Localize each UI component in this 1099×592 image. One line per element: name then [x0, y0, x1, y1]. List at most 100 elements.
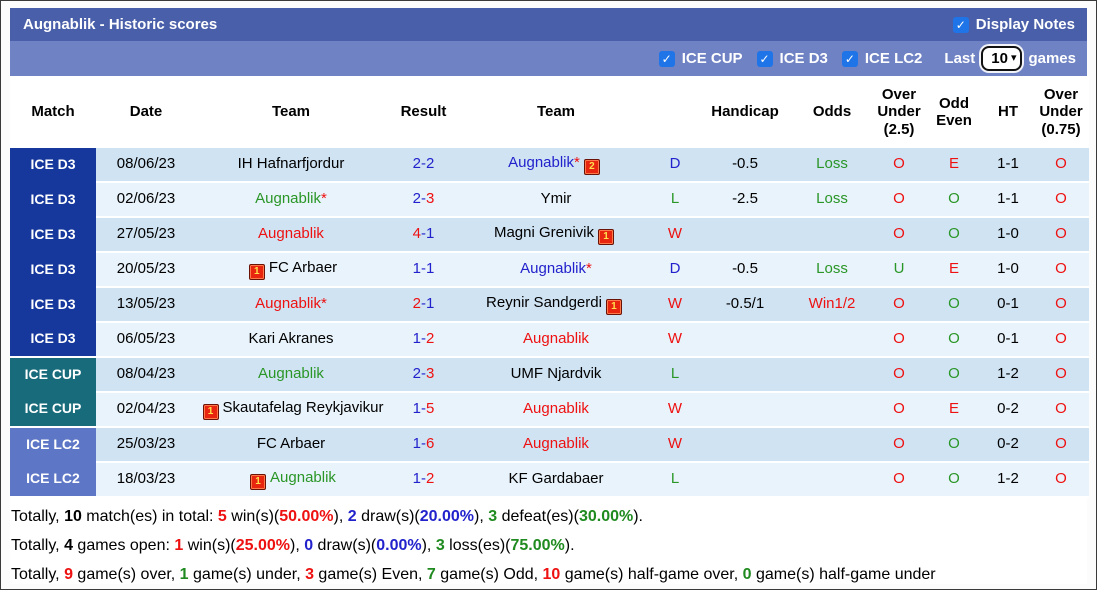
date-cell: 08/06/23 [96, 148, 196, 183]
home-team-cell: Augnablik [196, 217, 386, 253]
over-under-075-cell: O [1033, 182, 1089, 218]
ht-cell: 0-2 [983, 427, 1033, 463]
summary-text: 1 [174, 537, 184, 554]
ht-cell: 1-1 [983, 182, 1033, 218]
ice-d3-checkbox[interactable]: ✓ [756, 50, 773, 67]
odd-even-cell: O [925, 462, 983, 498]
home-score: 2 [412, 295, 421, 313]
team-name: Augnablik [258, 365, 324, 383]
home-team-cell: Augnablik* [196, 182, 386, 218]
team-name: Augnablik [523, 435, 589, 453]
last-games-select[interactable]: 10 ▾ [981, 46, 1023, 71]
display-notes-checkbox[interactable]: ✓ [952, 16, 969, 33]
summary-text: Totally, [11, 566, 65, 583]
team-name: Augnablik [258, 225, 324, 243]
away-score: 3 [426, 190, 435, 208]
col-header-over-under-075: Over Under (0.75) [1033, 76, 1089, 148]
away-team-cell: Augnablik [461, 427, 651, 463]
odd-even-flag: O [948, 365, 960, 383]
date-cell: 27/05/23 [96, 217, 196, 253]
team-name: FC Arbaer [268, 259, 338, 276]
ht-cell: 1-2 [983, 462, 1033, 498]
away-score: 2 [426, 470, 435, 488]
away-team-cell: Augnablik [461, 392, 651, 428]
summary-text: 5 [217, 508, 227, 525]
ice-d3-filter: ✓ ICE D3 [756, 50, 828, 67]
score-cell: 4-1 [386, 217, 461, 253]
summary-text: defeat(es)( [497, 508, 579, 525]
summary-text: win(s)( [183, 537, 236, 554]
summary-text: 20.00% [419, 508, 475, 525]
ht-cell: 0-1 [983, 287, 1033, 323]
summary-text: ), [421, 537, 436, 554]
score-cell: 1-1 [386, 252, 461, 288]
odd-even-cell: O [925, 182, 983, 218]
title-bar: Augnablik - Historic scores ✓ Display No… [10, 8, 1087, 41]
score-cell: 1-5 [386, 392, 461, 428]
summary-text: 10 [64, 508, 82, 525]
table-row: ICE D3 27/05/23 Augnablik 4-1 Magni Grenivik… [10, 217, 1089, 253]
odd-even-flag: E [948, 260, 959, 278]
outcome-letter: D [669, 260, 681, 278]
away-team-cell: UMF Njardvik [461, 357, 651, 393]
over-under-25-cell: U [873, 252, 925, 288]
odd-even-flag: E [948, 400, 959, 418]
team-name: Magni Grenivik [493, 224, 595, 241]
over-under-25-flag: O [893, 435, 905, 453]
team-name: Augnablik [523, 330, 589, 348]
date-cell: 02/04/23 [96, 392, 196, 428]
ht-cell: 1-0 [983, 217, 1033, 253]
handicap-cell [699, 392, 791, 428]
summary-text: 3 [305, 566, 314, 583]
ice-lc2-checkbox[interactable]: ✓ [841, 50, 858, 67]
summary-text: game(s) under, [188, 566, 306, 583]
over-under-075-flag: O [1055, 260, 1067, 278]
home-team-cell: Kari Akranes [196, 322, 386, 358]
handicap-cell [699, 427, 791, 463]
score-cell: 1-2 [386, 322, 461, 358]
outcome-cell: W [651, 217, 699, 253]
handicap-cell [699, 217, 791, 253]
favourite-star-icon: * [586, 260, 592, 278]
over-under-25-flag: O [893, 400, 905, 418]
col-header-ht: HT [983, 76, 1033, 148]
odd-even-flag: O [948, 435, 960, 453]
home-score: 1 [412, 435, 421, 453]
summary-text: 4 [64, 537, 73, 554]
table-row: ICE LC2 25/03/23 FC Arbaer 1-6 Augnablik W O O 0… [10, 427, 1089, 463]
summary-text: game(s) over, [72, 566, 180, 583]
handicap-cell: -2.5 [699, 182, 791, 218]
away-score: 2 [426, 330, 435, 348]
summary-text: ), [474, 508, 489, 525]
date-cell: 20/05/23 [96, 252, 196, 288]
ice-d3-label: ICE D3 [779, 50, 828, 67]
ice-cup-checkbox[interactable]: ✓ [658, 50, 675, 67]
league-cell: ICE CUP [10, 392, 96, 428]
away-team-cell: Augnablik [461, 322, 651, 358]
favourite-star-icon: * [321, 295, 327, 313]
date-cell: 02/06/23 [96, 182, 196, 218]
odd-even-flag: O [948, 330, 960, 348]
outcome-cell: D [651, 148, 699, 183]
odd-even-cell: O [925, 427, 983, 463]
team-name: Augnablik [255, 295, 322, 313]
last-games-value: 10 [991, 50, 1008, 67]
away-score: 1 [426, 225, 435, 243]
team-name: Ymir [540, 190, 572, 208]
odds-cell [791, 462, 873, 498]
home-team-cell: Augnablik [196, 357, 386, 393]
odds-cell: Loss [791, 148, 873, 183]
league-cell: ICE LC2 [10, 462, 96, 498]
over-under-25-flag: O [893, 330, 905, 348]
odds-cell: Loss [791, 252, 873, 288]
summary-text: 10 [542, 566, 561, 583]
summary-text: ). [633, 508, 643, 525]
summary-line: Totally, 4 games open: 1 win(s)(25.00%),… [11, 537, 1086, 555]
col-header-away-team: Team [461, 76, 651, 148]
ht-cell: 1-0 [983, 252, 1033, 288]
handicap-cell: -0.5/1 [699, 287, 791, 323]
col-header-match: Match [10, 76, 96, 148]
ht-cell: 1-1 [983, 148, 1033, 183]
over-under-075-flag: O [1055, 295, 1067, 313]
outcome-cell: W [651, 287, 699, 323]
